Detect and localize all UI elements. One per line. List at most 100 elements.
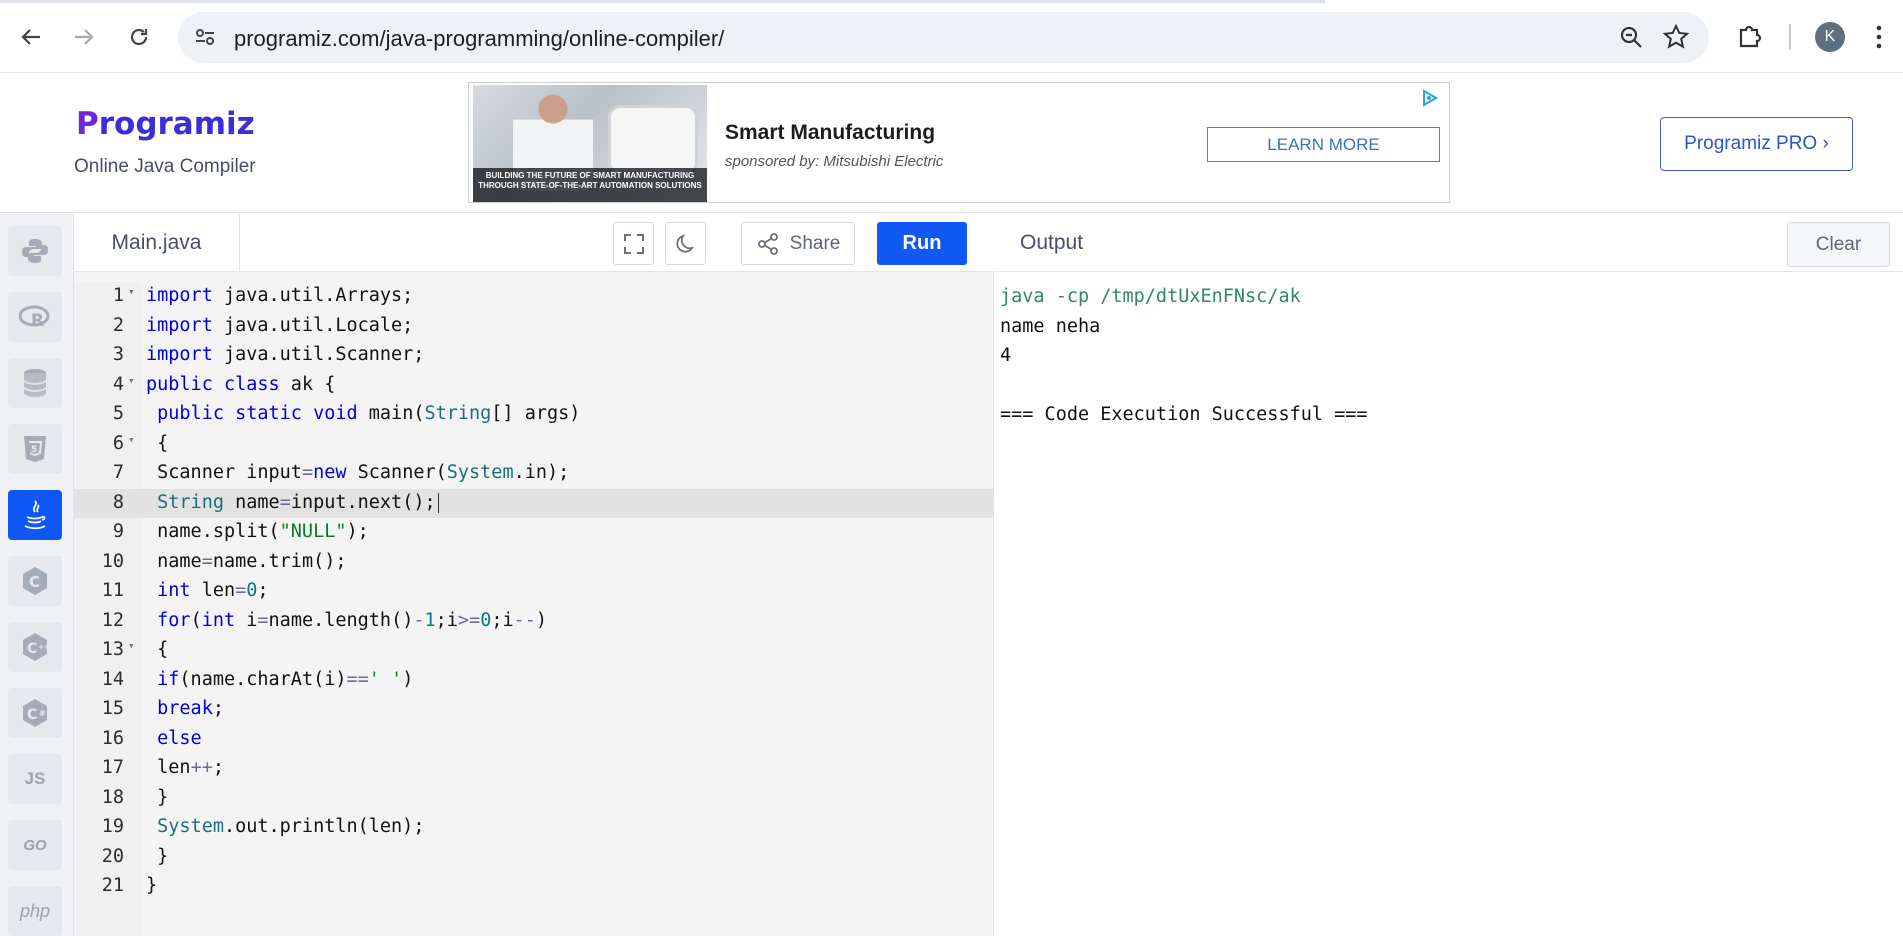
code-line[interactable]: 1 ▾ import java.util.Arrays;: [74, 282, 994, 312]
reload-button[interactable]: [122, 20, 156, 54]
profile-avatar[interactable]: K: [1815, 22, 1845, 52]
svg-text:R: R: [31, 311, 44, 330]
url-text[interactable]: programiz.com/java-programming/online-co…: [234, 26, 724, 52]
line-number: 4: [112, 373, 124, 395]
code-line[interactable]: 15 break;: [74, 695, 994, 725]
code-text: public class ak {: [146, 373, 336, 395]
ad-learn-more-button[interactable]: LEARN MORE: [1207, 127, 1440, 162]
line-number: 17: [101, 757, 124, 778]
share-button[interactable]: Share: [741, 222, 855, 265]
adchoices-icon[interactable]: [1421, 89, 1439, 112]
line-number: 1: [112, 285, 124, 306]
go-label: GO: [23, 836, 47, 854]
code-text: int len=0;: [157, 580, 269, 601]
ad-image-caption: BUILDING THE FUTURE OF SMART MANUFACTURI…: [478, 171, 702, 190]
code-line[interactable]: 4 ▾ public class ak {: [74, 371, 994, 401]
code-line[interactable]: 16 else: [74, 725, 994, 755]
address-bar[interactable]: programiz.com/java-programming/online-co…: [178, 12, 1709, 63]
go-button[interactable]: GO: [8, 820, 62, 870]
code-line[interactable]: 12 for(int i=name.length()-1;i>=0;i--): [74, 607, 994, 637]
bookmark-star-icon[interactable]: [1662, 23, 1690, 55]
code-line[interactable]: 17 len++;: [74, 754, 994, 784]
zoom-icon[interactable]: [1619, 25, 1643, 54]
java-button[interactable]: [8, 490, 62, 540]
r-button[interactable]: R: [8, 292, 62, 342]
line-number: 8: [112, 491, 124, 513]
ad-image[interactable]: BUILDING THE FUTURE OF SMART MANUFACTURI…: [473, 85, 707, 202]
code-line[interactable]: 21}: [74, 872, 994, 902]
extensions-puzzle-icon[interactable]: [1736, 22, 1764, 55]
code-text: name.split("NULL");: [146, 521, 369, 542]
line-number: 2: [112, 314, 124, 336]
code-text: {: [146, 639, 169, 660]
line-number: 21: [101, 875, 124, 896]
site-info-icon[interactable]: [194, 26, 216, 53]
fold-arrow-icon[interactable]: ▾: [128, 285, 135, 298]
javascript-button[interactable]: JS: [8, 754, 62, 804]
csharp-button[interactable]: C #: [8, 688, 62, 738]
python-button[interactable]: [8, 226, 62, 276]
code-line[interactable]: 3 import java.util.Scanner;: [74, 341, 994, 371]
code-line[interactable]: 18 }: [74, 784, 994, 814]
line-number: 19: [101, 816, 124, 837]
editor-toolbar: Main.java Share Run: [74, 214, 994, 272]
line-number: 20: [101, 845, 124, 867]
c-button[interactable]: C: [8, 556, 62, 606]
code-area[interactable]: 1 ▾ import java.util.Arrays; 2 import java.…: [74, 282, 994, 936]
run-button[interactable]: Run: [877, 222, 967, 265]
line-number: 6: [112, 432, 124, 454]
theme-toggle-button[interactable]: [665, 222, 706, 265]
line-number: 9: [112, 521, 124, 542]
code-line[interactable]: 11 int len=0;: [74, 577, 994, 607]
fold-arrow-icon[interactable]: ▾: [128, 433, 135, 446]
back-button[interactable]: [14, 20, 48, 54]
code-line[interactable]: 9 name.split("NULL");: [74, 518, 994, 548]
code-line[interactable]: 5 public static void main(String[] args): [74, 400, 994, 430]
forward-button[interactable]: [67, 20, 101, 54]
code-text: if(name.charAt(i)==' '): [157, 668, 414, 690]
output-pane: Output Clear java -cp /tmp/dtUxEnFNsc/ak…: [995, 214, 1903, 936]
file-tab[interactable]: Main.java: [74, 214, 240, 272]
fold-arrow-icon[interactable]: ▾: [128, 374, 135, 387]
code-text: Scanner input=new Scanner(System.in);: [146, 462, 570, 483]
sql-button[interactable]: [8, 358, 62, 408]
clear-button[interactable]: Clear: [1787, 222, 1890, 267]
code-text: String name=input.next();: [146, 492, 439, 513]
toolbar-divider: [1789, 24, 1791, 50]
js-label: JS: [24, 769, 46, 788]
html-button[interactable]: 5: [8, 424, 62, 474]
ad-sponsor: sponsored by: Mitsubishi Electric: [725, 153, 944, 170]
code-line[interactable]: 14 if(name.charAt(i)==' '): [74, 666, 994, 696]
code-line[interactable]: 20 }: [74, 843, 994, 873]
programiz-pro-button[interactable]: Programiz PRO ›: [1660, 117, 1853, 171]
php-label: php: [19, 900, 51, 921]
code-line[interactable]: 2 import java.util.Locale;: [74, 312, 994, 342]
code-line[interactable]: 10 name=name.trim();: [74, 548, 994, 578]
csharp-icon: C #: [23, 699, 47, 727]
line-number: 10: [101, 550, 124, 572]
output-line: name neha: [1000, 315, 1101, 337]
ad-banner[interactable]: BUILDING THE FUTURE OF SMART MANUFACTURI…: [468, 82, 1450, 203]
ad-title[interactable]: Smart Manufacturing: [725, 121, 935, 145]
database-icon: [23, 369, 47, 397]
fold-arrow-icon[interactable]: ▾: [128, 639, 135, 652]
code-text: import java.util.Locale;: [146, 314, 414, 336]
code-line-active[interactable]: 8 String name=input.next();: [74, 488, 994, 518]
programiz-logo[interactable]: Programiz: [76, 106, 255, 142]
cpp-button[interactable]: C ++: [8, 622, 62, 672]
code-line[interactable]: 19 System.out.println(len);: [74, 813, 994, 843]
html5-icon: 5: [24, 436, 46, 462]
code-text: }: [146, 786, 169, 808]
output-console[interactable]: java -cp /tmp/dtUxEnFNsc/ak name neha 4 …: [1000, 282, 1368, 430]
browser-menu-icon[interactable]: [1875, 24, 1883, 55]
svg-text:++: ++: [38, 643, 49, 651]
code-line[interactable]: 7 Scanner input=new Scanner(System.in);: [74, 459, 994, 489]
fullscreen-button[interactable]: [613, 222, 654, 265]
line-number: 18: [101, 786, 124, 808]
code-line[interactable]: 6 ▾ {: [74, 430, 994, 460]
code-line[interactable]: 13 ▾ {: [74, 636, 994, 666]
code-text: }: [146, 875, 158, 896]
php-button[interactable]: php: [8, 886, 62, 936]
java-icon: [24, 500, 46, 530]
